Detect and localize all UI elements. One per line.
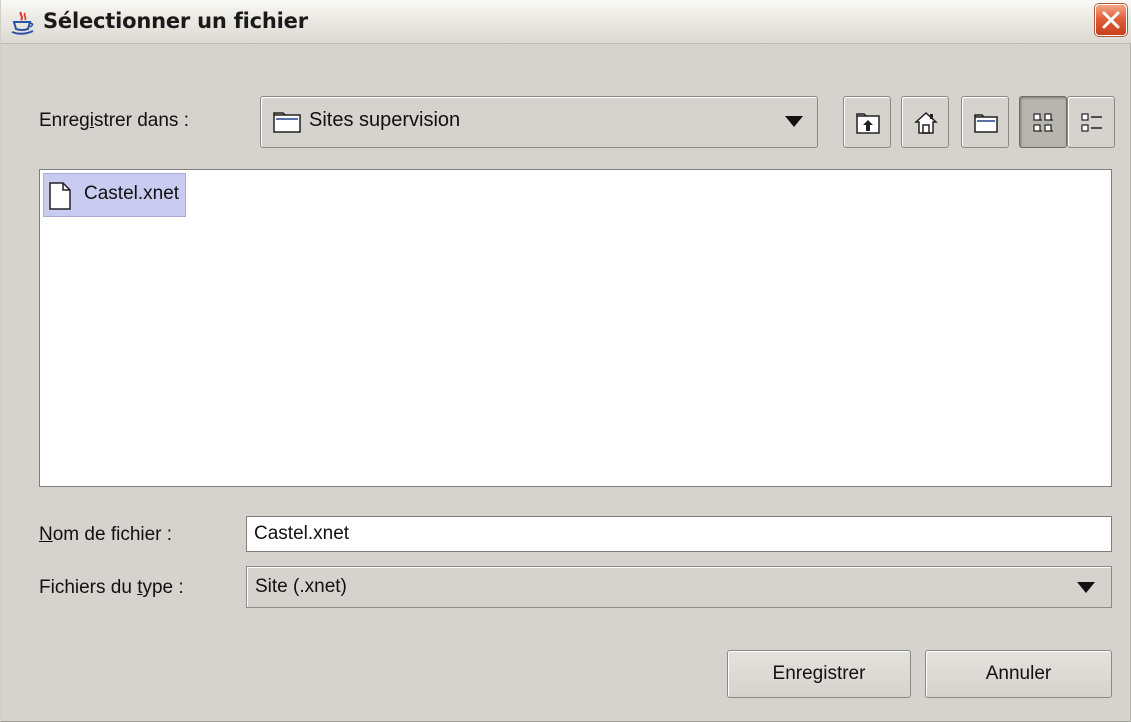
up-folder-button[interactable] [843,96,891,148]
file-list[interactable]: Castel.xnet [39,169,1112,487]
list-view-button[interactable] [1019,96,1067,148]
title-bar[interactable]: Sélectionner un fichier [1,0,1131,44]
details-view-icon [1081,113,1102,132]
home-button[interactable] [901,96,949,148]
home-icon [914,111,938,134]
look-in-value: Sites supervision [309,109,461,131]
file-icon [49,182,71,210]
file-name-field[interactable] [246,516,1112,552]
save-button[interactable]: Enregistrer [727,650,911,698]
file-type-label: Fichiers du type : [39,577,184,598]
chevron-down-icon[interactable] [1077,582,1095,594]
cancel-button[interactable]: Annuler [925,650,1112,698]
file-name-label: Nom de fichier : [39,524,173,545]
chevron-down-icon[interactable] [785,116,803,128]
file-chooser-dialog: Sélectionner un fichier Enregistrer dans… [0,0,1131,722]
file-type-value: Site (.xnet) [255,576,347,597]
new-folder-icon [974,114,998,133]
java-coffee-icon [11,11,34,35]
close-icon [1102,11,1120,29]
look-in-label: Enregistrer dans : [39,110,189,131]
file-name-input[interactable] [247,517,1111,551]
list-view-icon [1033,113,1053,132]
up-folder-icon [856,113,880,134]
folder-icon [273,112,301,133]
new-folder-button[interactable] [961,96,1009,148]
dialog-title: Sélectionner un fichier [43,9,308,33]
close-button[interactable] [1095,4,1127,36]
look-in-combo[interactable]: Sites supervision [260,96,818,148]
list-item[interactable]: Castel.xnet [43,173,187,217]
file-name: Castel.xnet [84,183,180,204]
details-view-button[interactable] [1067,96,1115,148]
file-type-combo[interactable]: Site (.xnet) [246,566,1112,608]
